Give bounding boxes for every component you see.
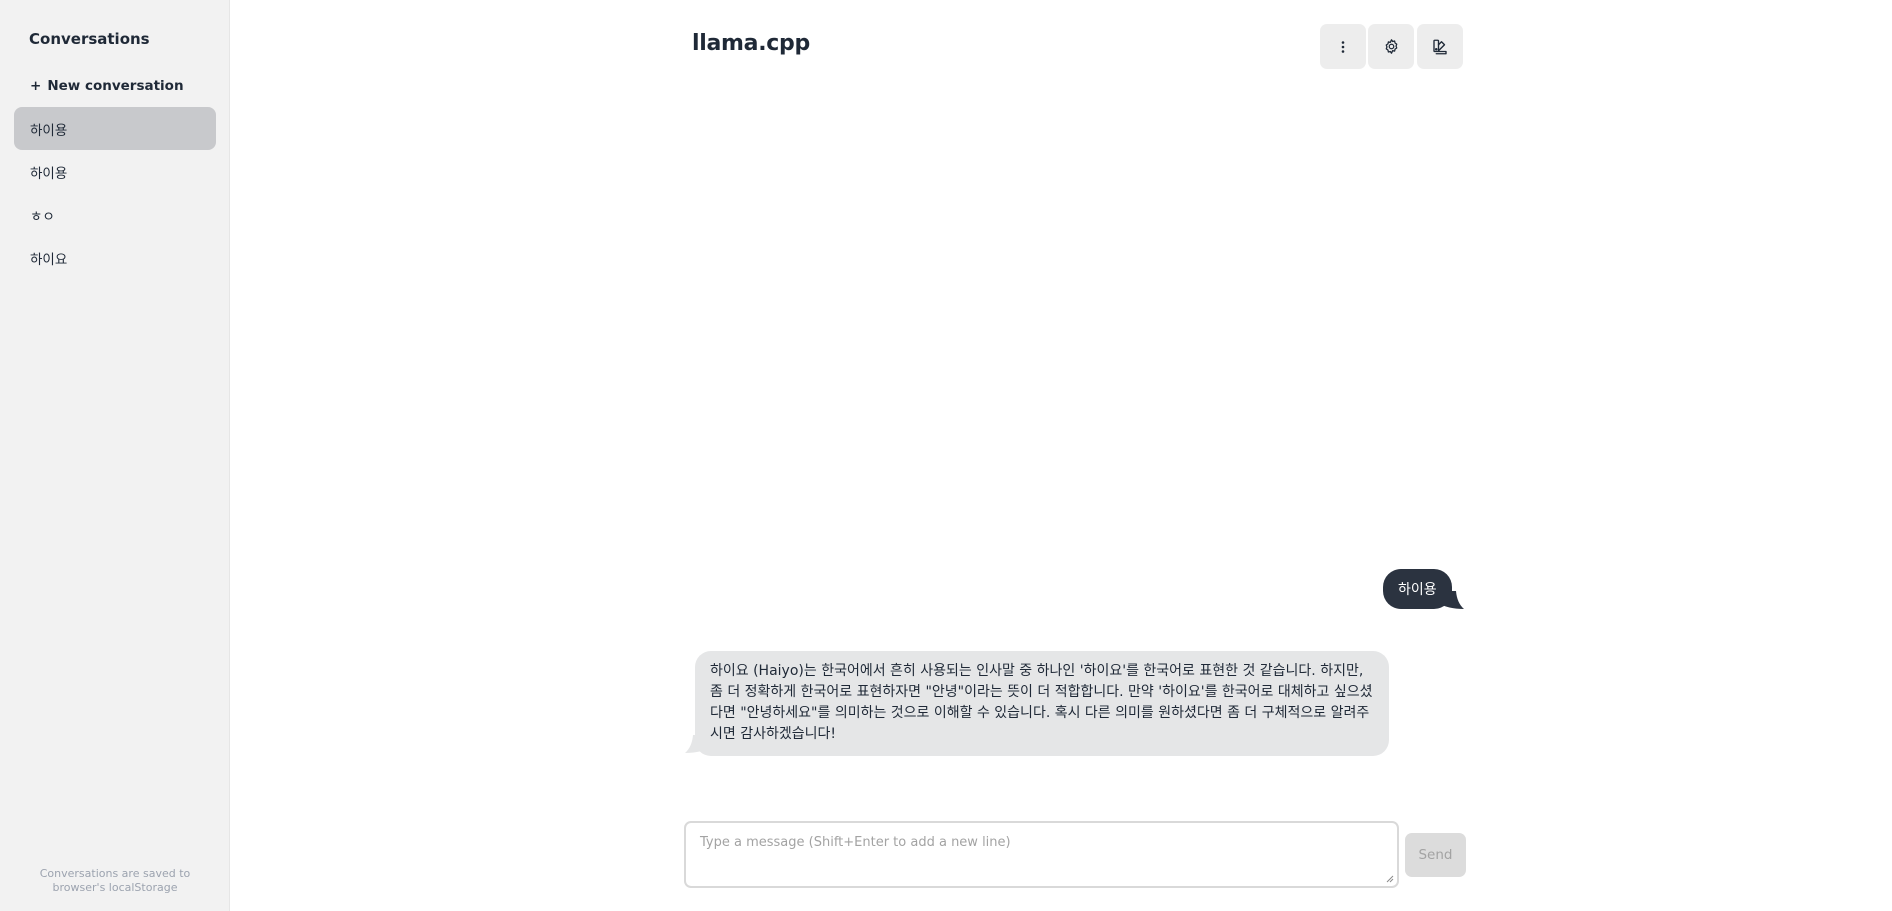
theme-palette-icon [1433, 39, 1447, 54]
sidebar: Conversations + New conversation 하이용 하이용… [0, 0, 230, 911]
settings-button[interactable] [1368, 24, 1414, 69]
conversation-item[interactable]: 하이용 [14, 107, 216, 150]
new-conversation-button[interactable]: + New conversation [17, 72, 215, 100]
conversation-item-label: ㅎㅇ [30, 208, 55, 225]
sidebar-title: Conversations [29, 30, 150, 48]
more-vertical-icon [1341, 40, 1345, 53]
conversation-item[interactable]: 하이용 [14, 150, 216, 193]
gear-icon [1385, 39, 1397, 54]
conversation-item-label: 하이용 [30, 122, 68, 139]
assistant-message: 하이요 (Haiyo)는 한국어에서 흔히 사용되는 인사말 중 하나인 '하이… [695, 651, 1389, 756]
storage-note-line2: browser's localStorage [52, 881, 178, 894]
plus-icon: + [30, 78, 42, 94]
more-options-button[interactable] [1320, 24, 1366, 69]
new-conversation-label: New conversation [47, 78, 184, 94]
assistant-message-text: 하이요 (Haiyo)는 한국어에서 흔히 사용되는 인사말 중 하나인 '하이… [710, 663, 1373, 742]
user-bubble-tail [1438, 591, 1464, 609]
storage-note: Conversations are saved to browser's loc… [0, 867, 230, 895]
conversation-item[interactable]: ㅎㅇ [14, 193, 216, 236]
app-root: Conversations + New conversation 하이용 하이용… [0, 0, 1892, 911]
storage-note-line1: Conversations are saved to [39, 867, 191, 880]
send-button[interactable]: Send [1405, 833, 1466, 877]
message-composer [684, 821, 1399, 888]
conversation-item-label: 하이요 [30, 251, 68, 268]
app-title: llama.cpp [692, 31, 810, 56]
resize-grip-icon[interactable] [1385, 874, 1394, 883]
user-message-text: 하이용 [1398, 582, 1437, 598]
conversation-item[interactable]: 하이요 [14, 236, 216, 279]
message-input[interactable] [686, 823, 1397, 886]
conversation-item-label: 하이용 [30, 165, 68, 182]
theme-button[interactable] [1417, 24, 1463, 69]
conversation-list: 하이용 하이용 ㅎㅇ 하이요 [14, 107, 216, 279]
